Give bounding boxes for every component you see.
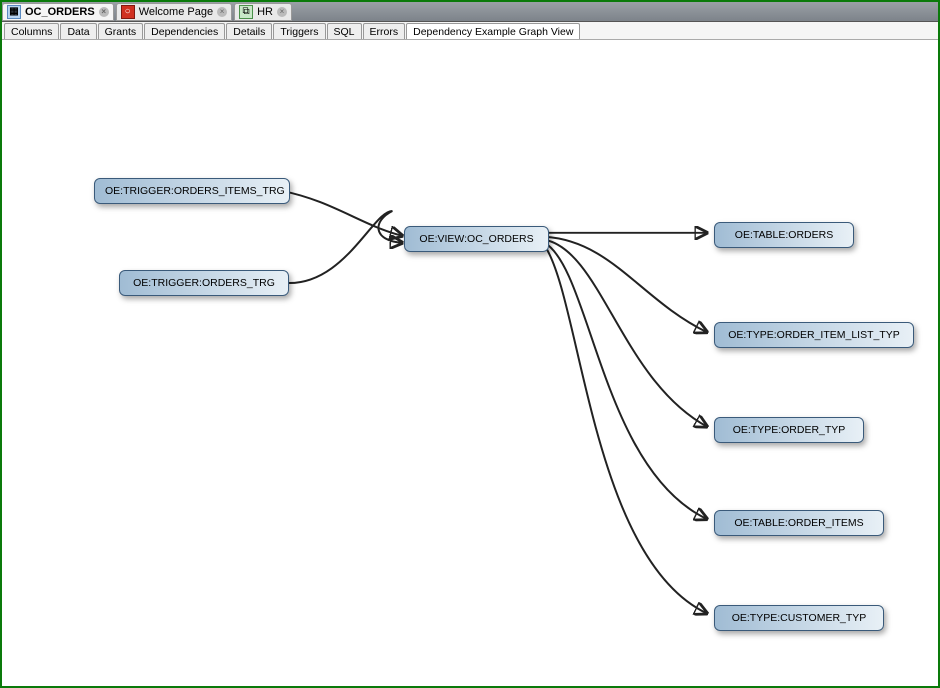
tab-sql[interactable]: SQL <box>327 23 362 39</box>
node-trigger-orders[interactable]: OE:TRIGGER:ORDERS_TRG <box>119 270 289 296</box>
tab-triggers[interactable]: Triggers <box>273 23 325 39</box>
doc-tab-label: OC_ORDERS <box>25 6 95 18</box>
close-icon[interactable]: × <box>277 7 287 17</box>
oracle-icon: ○ <box>121 5 135 19</box>
close-icon[interactable]: × <box>99 7 109 17</box>
tab-columns[interactable]: Columns <box>4 23 59 39</box>
doc-tab-welcome[interactable]: ○ Welcome Page × <box>116 3 232 21</box>
node-type-order-item-list[interactable]: OE:TYPE:ORDER_ITEM_LIST_TYP <box>714 322 914 348</box>
dependency-graph-canvas[interactable]: OE:TRIGGER:ORDERS_ITEMS_TRG OE:TRIGGER:O… <box>4 42 936 684</box>
tab-grants[interactable]: Grants <box>98 23 144 39</box>
tab-data[interactable]: Data <box>60 23 96 39</box>
node-trigger-orders-items[interactable]: OE:TRIGGER:ORDERS_ITEMS_TRG <box>94 178 290 204</box>
doc-tab-oc-orders[interactable]: ▦ OC_ORDERS × <box>2 3 114 21</box>
app-frame: ▦ OC_ORDERS × ○ Welcome Page × ⧉ HR × Co… <box>0 0 940 688</box>
table-icon: ▦ <box>7 5 21 19</box>
doc-tab-label: HR <box>257 6 273 18</box>
close-icon[interactable]: × <box>217 7 227 17</box>
tab-details[interactable]: Details <box>226 23 272 39</box>
view-tabbar: Columns Data Grants Dependencies Details… <box>2 22 938 40</box>
sql-icon: ⧉ <box>239 5 253 19</box>
doc-tab-hr[interactable]: ⧉ HR × <box>234 3 292 21</box>
document-tabbar: ▦ OC_ORDERS × ○ Welcome Page × ⧉ HR × <box>2 2 938 22</box>
tab-errors[interactable]: Errors <box>363 23 406 39</box>
doc-tab-label: Welcome Page <box>139 6 213 18</box>
tab-dependency-graph[interactable]: Dependency Example Graph View <box>406 23 580 39</box>
node-type-order[interactable]: OE:TYPE:ORDER_TYP <box>714 417 864 443</box>
tab-dependencies[interactable]: Dependencies <box>144 23 225 39</box>
node-type-customer[interactable]: OE:TYPE:CUSTOMER_TYP <box>714 605 884 631</box>
node-view-oc-orders[interactable]: OE:VIEW:OC_ORDERS <box>404 226 549 252</box>
edge-layer <box>4 42 936 684</box>
node-table-order-items[interactable]: OE:TABLE:ORDER_ITEMS <box>714 510 884 536</box>
node-table-orders[interactable]: OE:TABLE:ORDERS <box>714 222 854 248</box>
